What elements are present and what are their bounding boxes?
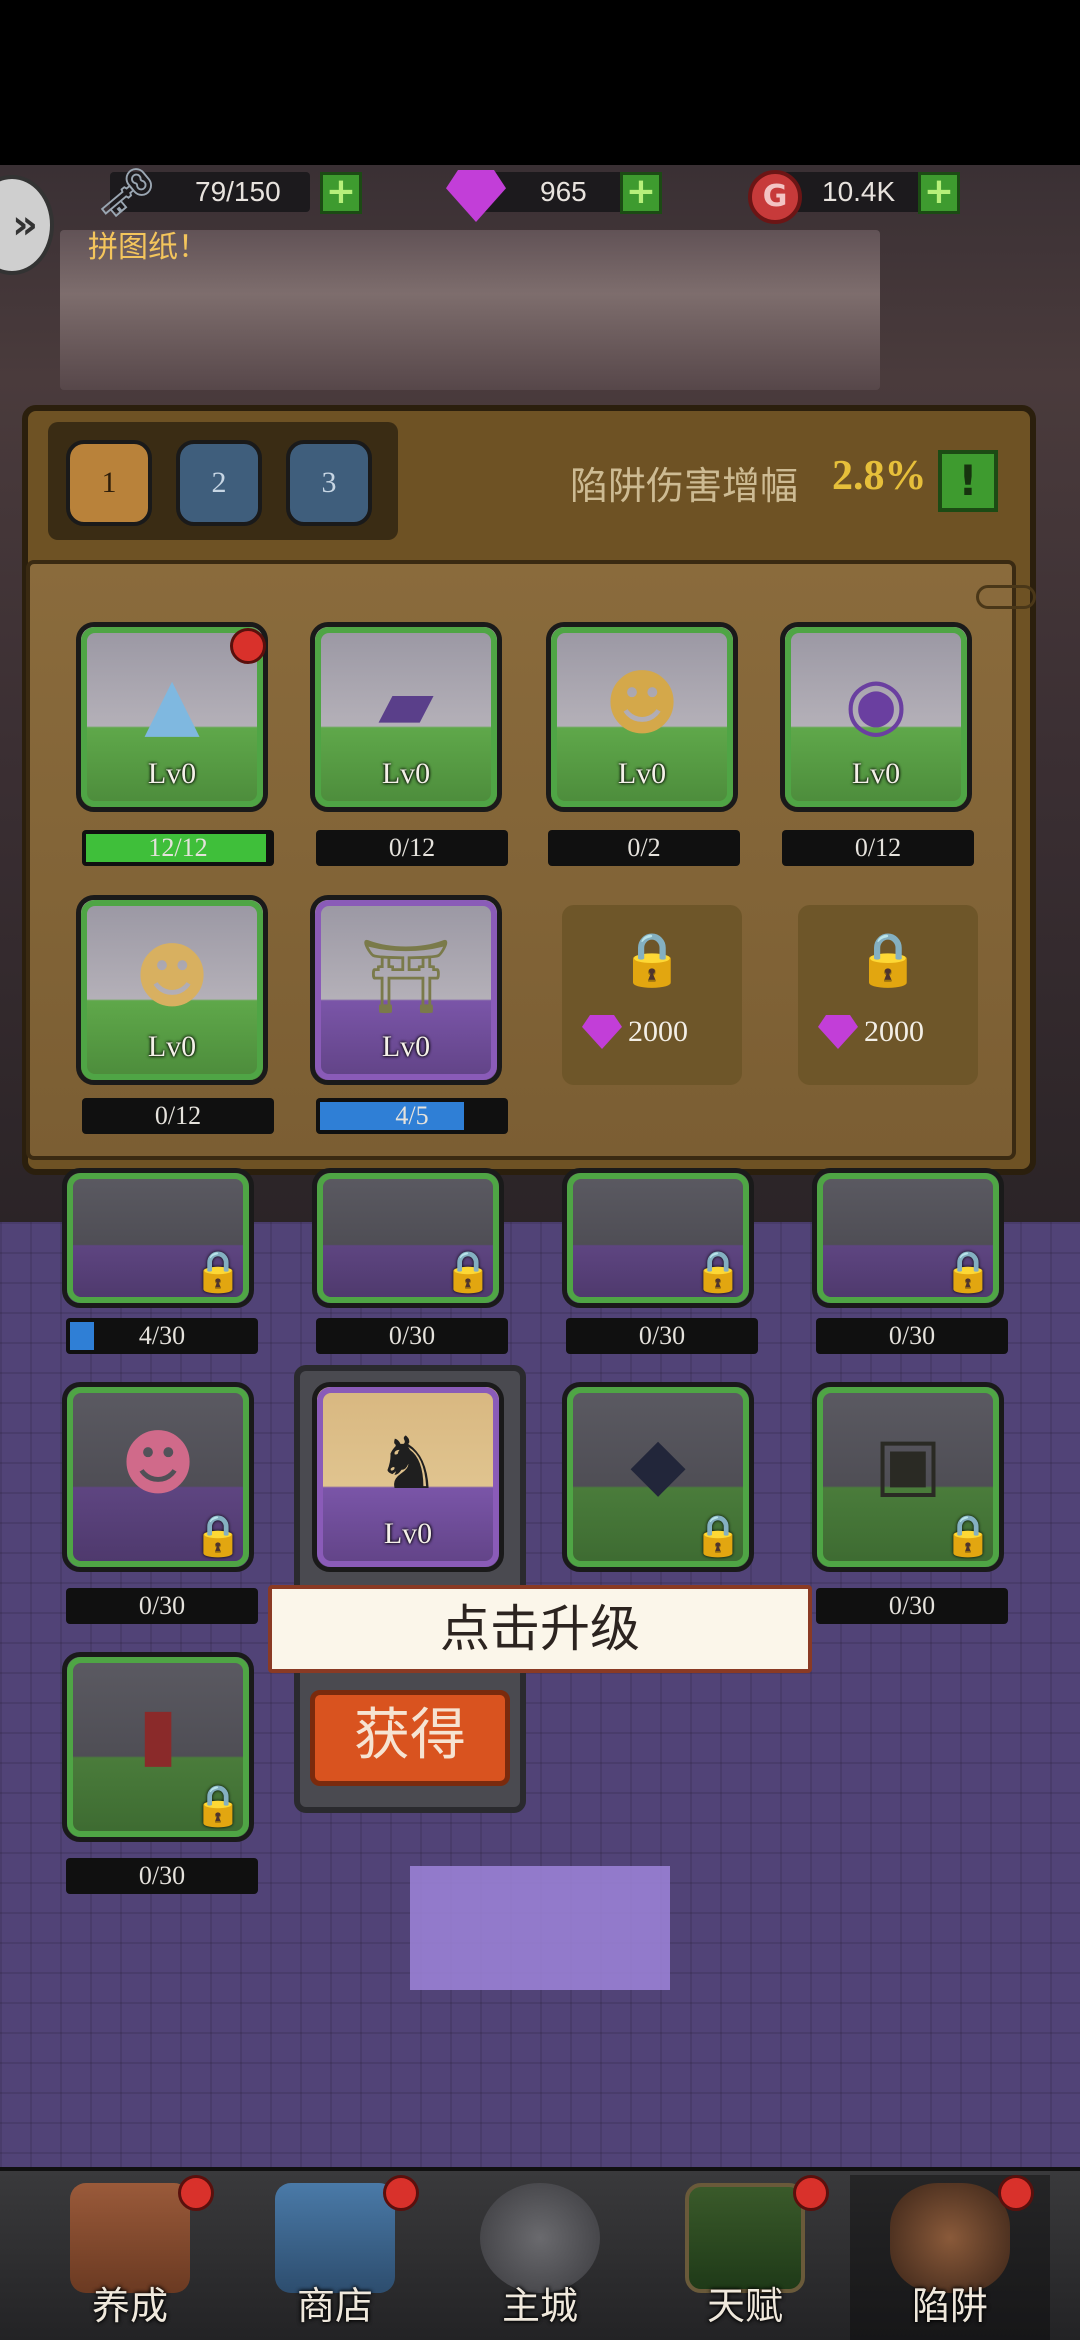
nav-develop[interactable]: 养成 — [30, 2175, 230, 2340]
trap-level: Lv0 — [147, 757, 197, 790]
info-button[interactable]: ! — [938, 450, 998, 512]
lock-icon: 🔒 — [619, 930, 685, 990]
upgrade-tooltip[interactable]: 点击升级 — [268, 1585, 812, 1673]
swing-trap-icon: ⛩ — [360, 933, 452, 1018]
nav-main-city[interactable]: 主城 — [440, 2175, 640, 2340]
notification-dot — [230, 628, 266, 664]
key-icon: 🗝 — [96, 165, 157, 221]
collection-card-samurai[interactable]: ♞ Lv0 — [312, 1382, 504, 1572]
collection-progress: 4/30 — [66, 1318, 258, 1354]
trap-progress: 4/5 — [316, 1098, 508, 1134]
gem-icon — [818, 1015, 858, 1049]
trap-level: Lv0 — [617, 757, 667, 790]
tab-2[interactable]: 2 — [176, 440, 262, 526]
trap-level: Lv0 — [851, 757, 901, 790]
top-bar-background — [0, 0, 1080, 165]
notification-dot — [793, 2175, 829, 2211]
gold-icon: G — [748, 170, 802, 224]
bonus-value: 2.8% — [832, 453, 927, 499]
trap-progress: 0/2 — [548, 830, 740, 866]
trap-level: Lv0 — [147, 1030, 197, 1063]
unlock-price: 2000 — [864, 1015, 924, 1048]
trap-card-swing-blade[interactable]: ⛩ Lv0 — [310, 895, 502, 1085]
collection-card[interactable]: 🔒 — [562, 1168, 754, 1308]
lock-icon: 🔒 — [693, 1249, 743, 1295]
trap-progress: 12/12 — [82, 830, 274, 866]
keys-value: 79/150 — [195, 176, 281, 207]
collection-progress: 0/30 — [816, 1588, 1008, 1624]
lock-icon: 🔒 — [193, 1249, 243, 1295]
samurai-icon: ♞ — [375, 1420, 441, 1505]
trap-card-soldier[interactable]: ☻ Lv0 — [76, 895, 268, 1085]
collection-progress: 0/30 — [66, 1858, 258, 1894]
lock-icon: 🔒 — [943, 1513, 993, 1559]
lock-icon: 🔒 — [855, 930, 921, 990]
collection-progress: 0/30 — [816, 1318, 1008, 1354]
scroll-decoration — [976, 585, 1036, 609]
nav-trap[interactable]: 陷阱 — [850, 2175, 1050, 2340]
progress-fill — [320, 1102, 464, 1130]
bonus-label: 陷阱伤害增幅 — [570, 466, 799, 508]
tab-3[interactable]: 3 — [286, 440, 372, 526]
get-button[interactable]: 获得 — [310, 1690, 510, 1786]
collection-progress: 0/30 — [316, 1318, 508, 1354]
notification-dot — [998, 2175, 1034, 2211]
add-gold-button[interactable]: + — [918, 172, 960, 214]
trap-card-engineer[interactable]: ☻ Lv0 — [546, 622, 738, 812]
trap-card-crusher[interactable]: ▰ Lv0 — [310, 622, 502, 812]
add-gems-button[interactable]: + — [620, 172, 662, 214]
collection-card[interactable]: 🔒 — [62, 1168, 254, 1308]
gems-value: 965 — [540, 176, 587, 207]
collection-progress: 0/30 — [566, 1318, 758, 1354]
pit-trap-icon: ▣ — [873, 1420, 943, 1505]
collection-card[interactable]: 🔒 — [812, 1168, 1004, 1308]
vent-trap-icon: ◆ — [630, 1420, 686, 1505]
pressure-plate-icon: ◉ — [844, 660, 908, 745]
grid-highlight — [410, 1866, 670, 1990]
trap-progress: 0/12 — [82, 1098, 274, 1134]
collection-card-cannon[interactable]: ▮ 🔒 — [62, 1652, 254, 1842]
collection-card[interactable]: 🔒 — [312, 1168, 504, 1308]
spikes-icon: ▲ — [144, 660, 200, 745]
trap-level: Lv0 — [381, 757, 431, 790]
collection-card-vent[interactable]: ◆ 🔒 — [562, 1382, 754, 1572]
trap-progress: 0/12 — [782, 830, 974, 866]
locked-slot[interactable]: 🔒 2000 — [798, 905, 978, 1085]
lock-icon: 🔒 — [693, 1513, 743, 1559]
notification-dot — [383, 2175, 419, 2211]
cannon-icon: ▮ — [138, 1690, 178, 1775]
double-chevron-icon: » — [12, 202, 38, 248]
lock-icon: 🔒 — [943, 1249, 993, 1295]
collection-level: Lv0 — [383, 1517, 433, 1550]
trap-card-plate[interactable]: ◉ Lv0 — [780, 622, 972, 812]
notification-dot — [178, 2175, 214, 2211]
collection-progress: 0/30 — [66, 1588, 258, 1624]
trap-progress: 0/12 — [316, 830, 508, 866]
ninja-girl-icon: ☻ — [120, 1420, 196, 1505]
nav-talent[interactable]: 天赋 — [645, 2175, 845, 2340]
nav-shop[interactable]: 商店 — [235, 2175, 435, 2340]
lock-icon: 🔒 — [193, 1783, 243, 1829]
collection-card-pit[interactable]: ▣ 🔒 — [812, 1382, 1004, 1572]
crusher-icon: ▰ — [378, 660, 434, 745]
gem-icon — [582, 1015, 622, 1049]
lock-icon: 🔒 — [443, 1249, 493, 1295]
unlock-price: 2000 — [628, 1015, 688, 1048]
trap-level: Lv0 — [381, 1030, 431, 1063]
tab-1[interactable]: 1 — [66, 440, 152, 526]
locked-slot[interactable]: 🔒 2000 — [562, 905, 742, 1085]
soldier-icon: ☻ — [134, 933, 210, 1018]
gold-value: 10.4K — [822, 176, 896, 207]
progress-fill — [70, 1322, 94, 1350]
collection-card-ninja-girl[interactable]: ☻ 🔒 — [62, 1382, 254, 1572]
engineer-icon: ☻ — [604, 660, 680, 745]
notice-text: 拼图纸！ — [88, 231, 208, 264]
lock-icon: 🔒 — [193, 1513, 243, 1559]
add-keys-button[interactable]: + — [320, 172, 362, 214]
